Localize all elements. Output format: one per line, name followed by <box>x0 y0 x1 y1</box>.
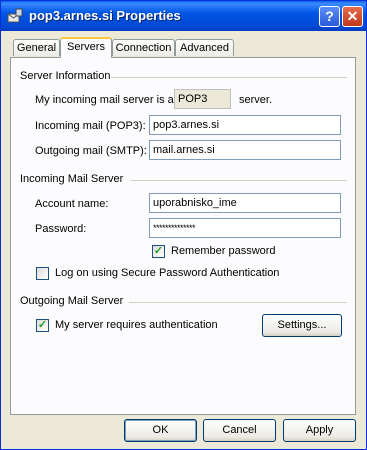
spa-checkbox[interactable] <box>36 267 49 280</box>
outgoing-mail-label: Outgoing mail (SMTP): <box>35 145 147 157</box>
requires-auth-label[interactable]: My server requires authentication <box>55 319 218 331</box>
cancel-button[interactable]: Cancel <box>203 419 276 442</box>
dialog-content: General Servers Connection Advanced Serv… <box>4 31 363 447</box>
tab-connection[interactable]: Connection <box>112 39 175 56</box>
apply-button[interactable]: Apply <box>283 419 356 442</box>
settings-button[interactable]: Settings... <box>262 314 342 337</box>
incoming-type-field: POP3 <box>174 89 231 109</box>
incoming-mail-label: Incoming mail (POP3): <box>35 120 146 132</box>
group-divider <box>131 180 347 182</box>
incoming-mail-input[interactable]: pop3.arnes.si <box>149 115 341 135</box>
tab-advanced[interactable]: Advanced <box>175 39 234 56</box>
outgoing-mail-input[interactable]: mail.arnes.si <box>149 140 341 160</box>
close-button[interactable]: ✕ <box>342 6 363 27</box>
incoming-server-group-label: Incoming Mail Server <box>20 173 124 185</box>
requires-auth-checkbox[interactable]: ✓ <box>36 319 49 332</box>
password-input[interactable]: ************** <box>149 218 341 238</box>
spa-label[interactable]: Log on using Secure Password Authenticat… <box>55 267 279 279</box>
outgoing-server-group-label: Outgoing Mail Server <box>20 295 124 307</box>
properties-dialog: pop3.arnes.si Properties ? ✕ General Ser… <box>0 0 367 450</box>
servers-tab-panel: Server Information My incoming mail serv… <box>10 57 356 415</box>
group-divider <box>129 302 347 304</box>
server-info-group-label: Server Information <box>20 70 111 82</box>
ok-button[interactable]: OK <box>124 419 197 442</box>
account-name-input[interactable]: uporabnisko_ime <box>149 193 341 213</box>
tab-servers[interactable]: Servers <box>60 37 112 58</box>
mail-server-icon <box>7 8 23 23</box>
password-label: Password: <box>35 223 87 235</box>
remember-password-label[interactable]: Remember password <box>171 245 276 257</box>
tab-general[interactable]: General <box>13 39 60 56</box>
incoming-type-prefix: My incoming mail server is a <box>35 94 174 106</box>
remember-password-checkbox[interactable]: ✓ <box>152 245 165 258</box>
help-button[interactable]: ? <box>319 6 340 27</box>
window-title: pop3.arnes.si Properties <box>29 8 181 23</box>
account-name-label: Account name: <box>35 198 109 210</box>
incoming-type-suffix: server. <box>239 94 273 106</box>
title-bar[interactable]: pop3.arnes.si Properties ? ✕ <box>1 1 366 31</box>
group-divider <box>111 77 347 79</box>
